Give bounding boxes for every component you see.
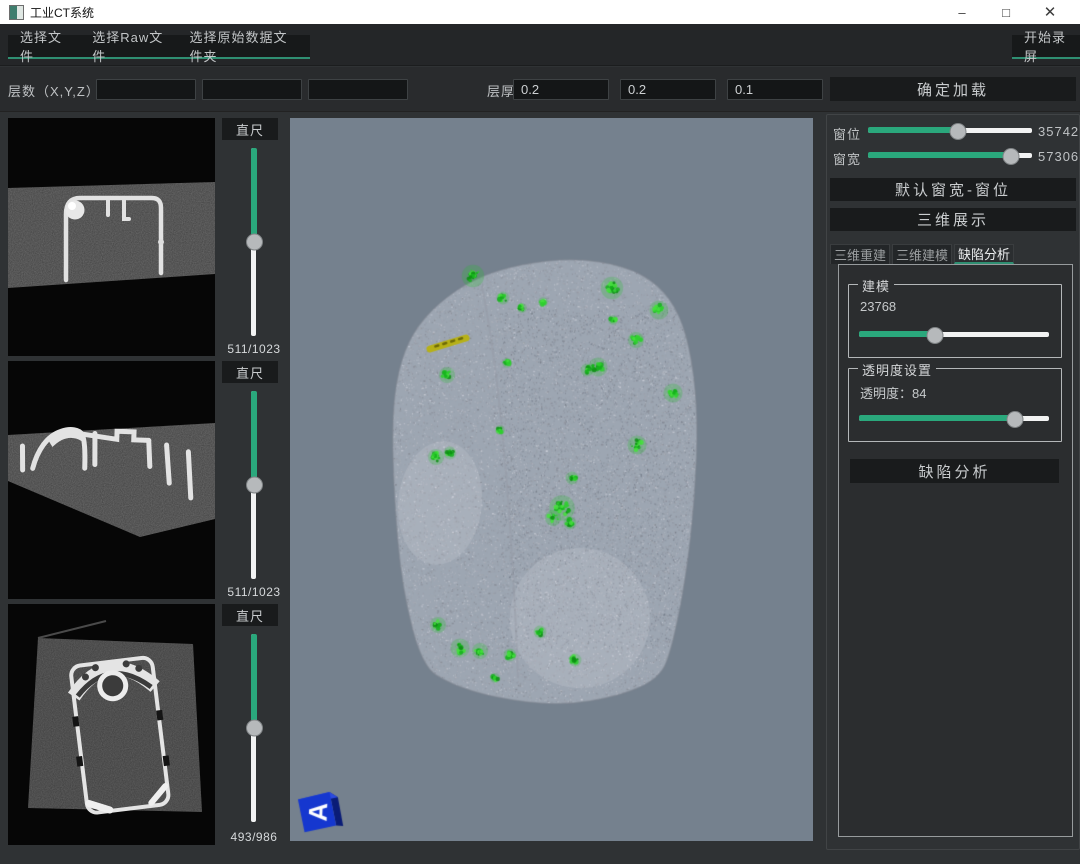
window-level-value: 35742 (1038, 124, 1079, 139)
ct-slice-image-top (8, 118, 215, 356)
ruler-button-3[interactable]: 直尺 (222, 604, 278, 626)
ct-slice-view-bottom (8, 604, 215, 845)
modeling-group-legend: 建模 (858, 276, 894, 295)
tab-defect-analysis[interactable]: 缺陷分析 (954, 244, 1014, 264)
layers-z-input[interactable] (308, 79, 408, 100)
modeling-value: 23768 (860, 299, 896, 314)
record-group: 开始录屏 (1012, 35, 1080, 59)
slice-slider-2[interactable] (246, 391, 262, 579)
parameter-row: 层数（X,Y,Z） 层厚（X,Y,Z） 确定加载 (0, 67, 1080, 112)
slider-fill (251, 391, 257, 485)
slider-handle[interactable] (927, 327, 944, 344)
slice-slider-3[interactable] (246, 634, 262, 822)
defect-analysis-button[interactable]: 缺陷分析 (850, 459, 1059, 483)
display-3d-button[interactable]: 三维展示 (830, 208, 1076, 231)
confirm-load-button[interactable]: 确定加载 (830, 77, 1076, 101)
layers-x-input[interactable] (96, 79, 196, 100)
window-level-slider[interactable] (868, 123, 1032, 138)
ct-slice-image-bottom (8, 604, 215, 845)
thickness-z-input[interactable] (727, 79, 823, 100)
thickness-x-input[interactable] (513, 79, 609, 100)
toolbar: 选择文件 选择Raw文件 选择原始数据文件夹 开始录屏 (0, 24, 1080, 66)
slice-position-1: 511/1023 (222, 342, 286, 356)
render-viewport[interactable] (290, 118, 813, 841)
window-width-slider[interactable] (868, 148, 1032, 163)
slider-fill (868, 152, 1011, 158)
slider-handle[interactable] (246, 234, 263, 251)
opacity-value-label: 透明度：84 (860, 383, 926, 402)
window-title: 工业CT系统 (30, 4, 94, 21)
tab-3d-modeling[interactable]: 三维建模 (892, 244, 952, 264)
file-button-group: 选择文件 选择Raw文件 选择原始数据文件夹 (8, 35, 310, 59)
slider-fill (859, 415, 1015, 421)
slider-handle[interactable] (1006, 411, 1023, 428)
slider-fill (859, 331, 935, 337)
select-folder-button[interactable]: 选择原始数据文件夹 (177, 35, 310, 57)
opacity-slider[interactable] (859, 411, 1049, 426)
opacity-group: 透明度设置 透明度：84 (848, 368, 1062, 442)
layers-y-input[interactable] (202, 79, 302, 100)
window-level-label: 窗位 (833, 124, 861, 143)
ruler-button-2[interactable]: 直尺 (222, 361, 278, 383)
default-window-button[interactable]: 默认窗宽-窗位 (830, 178, 1076, 201)
layers-label: 层数（X,Y,Z） (8, 81, 100, 100)
slider-fill (251, 634, 257, 728)
minimize-button[interactable]: – (940, 0, 984, 24)
start-record-button[interactable]: 开始录屏 (1012, 35, 1080, 57)
slider-fill (868, 127, 958, 133)
maximize-button[interactable]: □ (984, 0, 1028, 24)
slider-fill (251, 148, 257, 242)
opacity-group-legend: 透明度设置 (858, 360, 936, 379)
window-width-label: 窗宽 (833, 149, 861, 168)
ct-slice-view-middle (8, 361, 215, 599)
modeling-group: 建模 23768 (848, 284, 1062, 358)
ct-slice-image-middle (8, 361, 215, 599)
slice-slider-1[interactable] (246, 148, 262, 336)
slice-position-2: 511/1023 (222, 585, 286, 599)
ruler-button-1[interactable]: 直尺 (222, 118, 278, 140)
slice-position-3: 493/986 (222, 830, 286, 844)
modeling-slider[interactable] (859, 327, 1049, 342)
tab-3d-reconstruction[interactable]: 三维重建 (830, 244, 890, 264)
ct-slice-view-top (8, 118, 215, 356)
window-width-value: 57306 (1038, 149, 1079, 164)
slider-handle[interactable] (246, 720, 263, 737)
select-raw-button[interactable]: 选择Raw文件 (80, 35, 177, 57)
app-icon (9, 5, 24, 20)
title-bar: 工业CT系统 – □ ✕ (0, 0, 1080, 24)
select-file-button[interactable]: 选择文件 (8, 35, 80, 57)
slider-handle[interactable] (1002, 148, 1019, 165)
thickness-y-input[interactable] (620, 79, 716, 100)
close-button[interactable]: ✕ (1028, 0, 1072, 24)
slider-handle[interactable] (246, 477, 263, 494)
slider-handle[interactable] (950, 123, 967, 140)
